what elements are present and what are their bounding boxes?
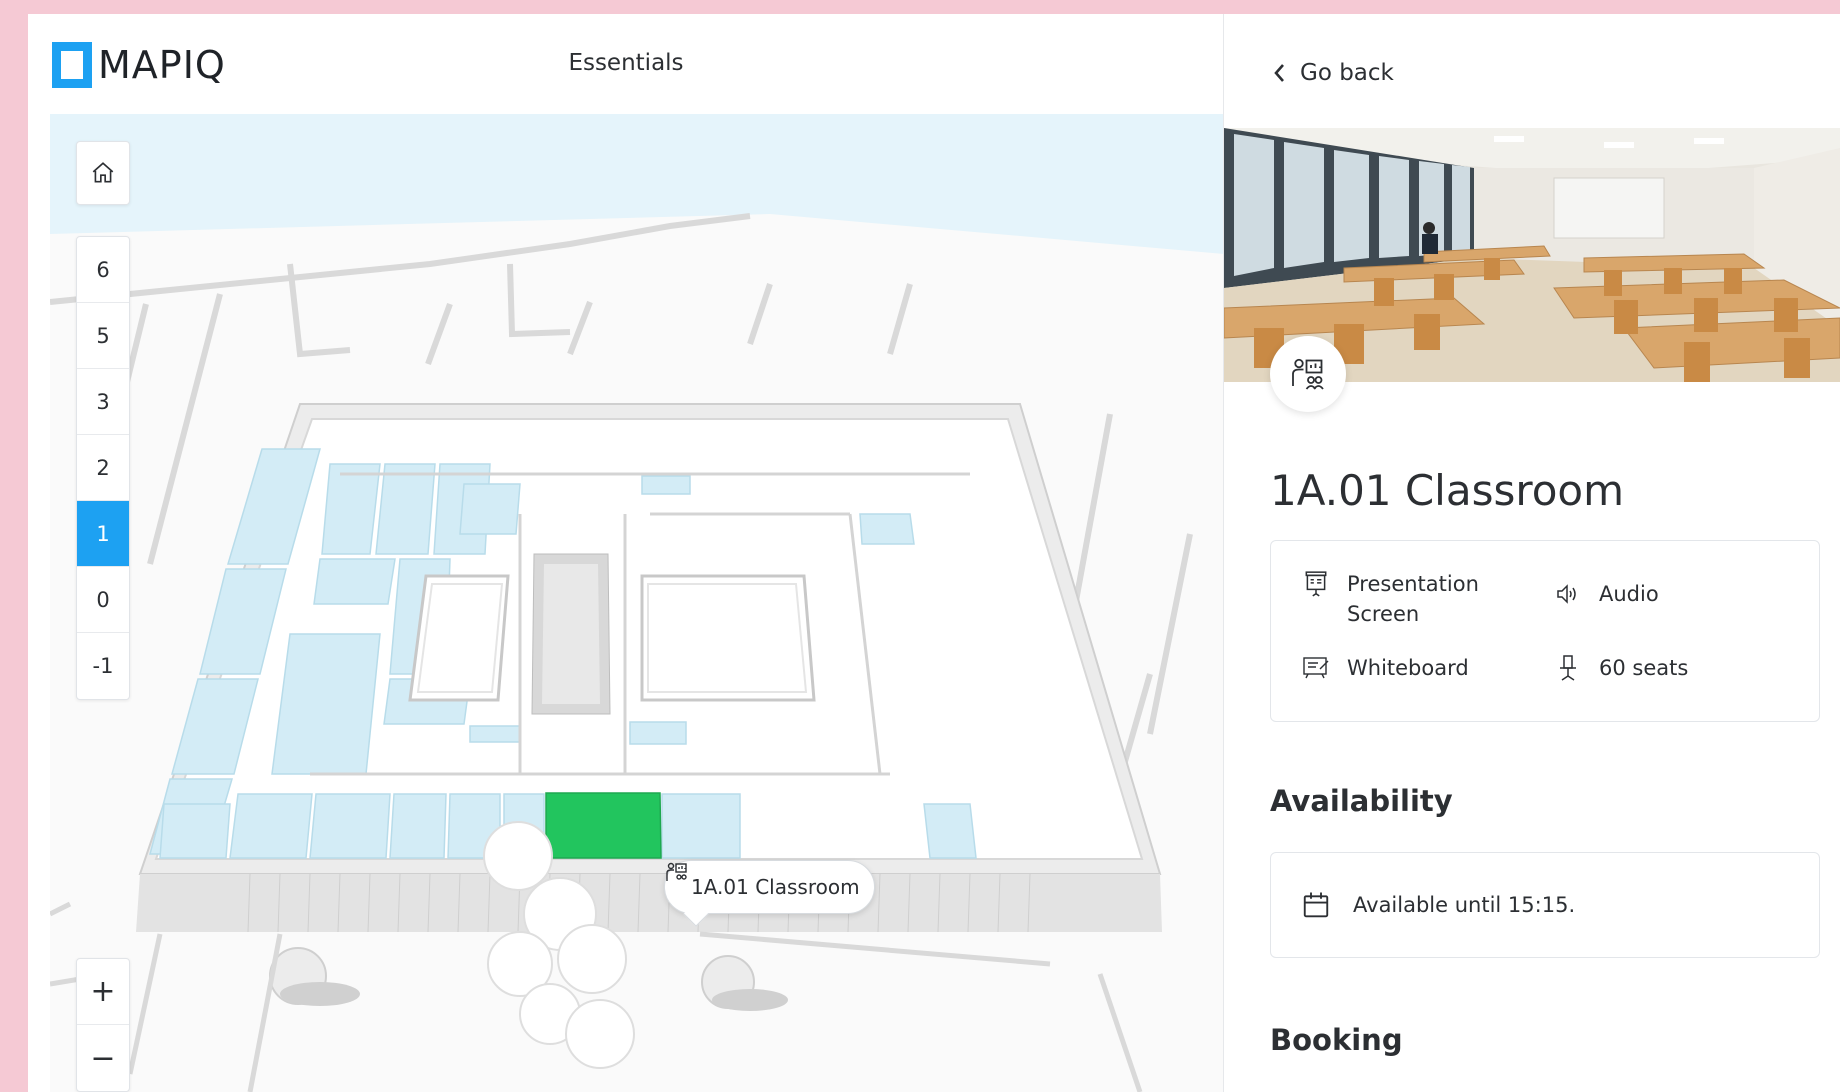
- selected-room: [545, 792, 662, 859]
- availability-card: Available until 15:15.: [1270, 852, 1820, 958]
- feature-audio: Audio: [1551, 579, 1659, 609]
- floor-button-5[interactable]: 5: [77, 303, 129, 369]
- seat-icon: [1551, 653, 1585, 683]
- booking-heading: Booking: [1270, 1023, 1403, 1057]
- classroom-icon: [1292, 358, 1324, 390]
- feature-label: Whiteboard: [1347, 656, 1469, 680]
- floor-button-0[interactable]: 0: [77, 567, 129, 633]
- feature-label: Audio: [1599, 582, 1659, 606]
- room-features-card: Presentation Screen Audio Whiteboard 60 …: [1270, 540, 1820, 722]
- availability-heading: Availability: [1270, 784, 1453, 818]
- home-button[interactable]: [76, 141, 130, 205]
- floor-button-3[interactable]: 3: [77, 369, 129, 435]
- floor-button-minus-1[interactable]: -1: [77, 633, 129, 699]
- room-tooltip-label: 1A.01 Classroom: [691, 875, 860, 899]
- home-icon: [92, 162, 114, 183]
- room-tooltip[interactable]: 1A.01 Classroom: [664, 860, 875, 927]
- audio-icon: [1551, 579, 1585, 609]
- feature-whiteboard: Whiteboard: [1299, 653, 1469, 683]
- availability-text: Available until 15:15.: [1353, 893, 1576, 917]
- chevron-left-icon: [1272, 62, 1286, 84]
- feature-seats: 60 seats: [1551, 653, 1688, 683]
- presentation-screen-icon: [1299, 569, 1333, 599]
- map-pane: MAPIQ Essentials 1A.01 Classroom 6 5 3 2…: [28, 14, 1224, 1092]
- map-canvas[interactable]: [50, 114, 1224, 1092]
- page-title: Essentials: [568, 50, 684, 76]
- floor-button-1[interactable]: 1: [77, 501, 129, 567]
- zoom-controls: + −: [76, 958, 130, 1092]
- zoom-out-button[interactable]: −: [77, 1025, 129, 1091]
- floor-selector: 6 5 3 2 1 0 -1: [76, 236, 130, 700]
- room-type-badge: [1270, 336, 1346, 412]
- zoom-in-button[interactable]: +: [77, 959, 129, 1025]
- calendar-icon: [1301, 890, 1331, 920]
- availability-row: Available until 15:15.: [1301, 890, 1575, 920]
- floor-button-2[interactable]: 2: [77, 435, 129, 501]
- whiteboard-icon: [1299, 653, 1333, 683]
- top-bar: MAPIQ Essentials: [28, 14, 1224, 114]
- go-back-label: Go back: [1300, 60, 1394, 86]
- floor-button-6[interactable]: 6: [77, 237, 129, 303]
- feature-presentation-screen: Presentation Screen: [1299, 569, 1497, 629]
- building-map[interactable]: 1A.01 Classroom: [50, 114, 1224, 1092]
- room-detail-panel: Go back 1A.01 Classroom Presentation Scr…: [1224, 14, 1840, 1092]
- go-back-button[interactable]: Go back: [1272, 60, 1394, 86]
- app-window: MAPIQ Essentials 1A.01 Classroom 6 5 3 2…: [28, 14, 1840, 1092]
- feature-label: 60 seats: [1599, 656, 1689, 680]
- room-title: 1A.01 Classroom: [1270, 466, 1625, 515]
- feature-label: Presentation Screen: [1347, 572, 1479, 626]
